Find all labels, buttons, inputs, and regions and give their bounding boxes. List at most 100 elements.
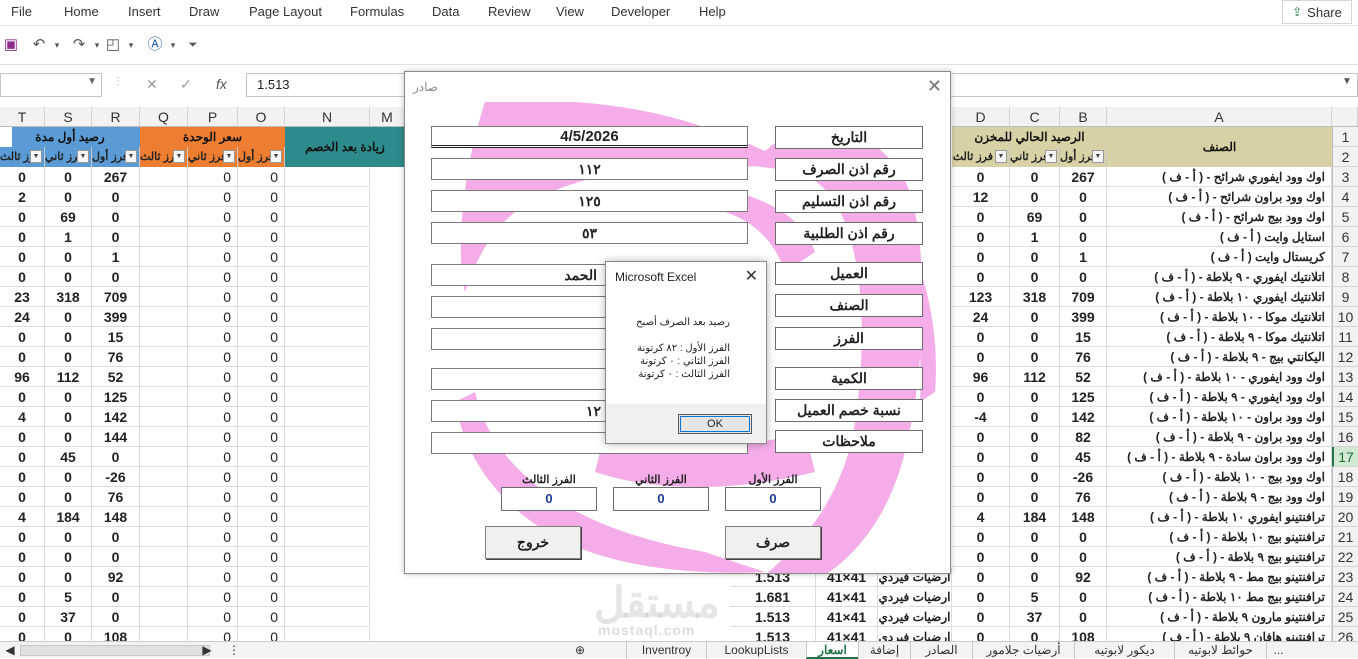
- table-cell[interactable]: 0: [952, 427, 1010, 447]
- row-header[interactable]: 18: [1332, 467, 1358, 487]
- table-cell[interactable]: [285, 367, 370, 387]
- table-cell[interactable]: 1: [92, 247, 140, 267]
- table-cell[interactable]: 92: [1060, 567, 1107, 587]
- table-cell[interactable]: 0: [0, 527, 45, 547]
- table-cell[interactable]: [285, 527, 370, 547]
- table-cell[interactable]: 0: [238, 367, 285, 387]
- type-cell[interactable]: ارضيات فيردي: [878, 627, 952, 641]
- table-cell[interactable]: 1: [45, 227, 92, 247]
- table-cell[interactable]: 0: [188, 327, 238, 347]
- table-cell[interactable]: 0: [952, 387, 1010, 407]
- table-cell[interactable]: 0: [952, 547, 1010, 567]
- table-cell[interactable]: 0: [238, 287, 285, 307]
- table-cell[interactable]: اوك وود براون - ١٠ بلاطة - ( أ - ف ): [1107, 407, 1332, 427]
- table-cell[interactable]: 0: [188, 547, 238, 567]
- table-cell[interactable]: [285, 447, 370, 467]
- table-cell[interactable]: [140, 287, 188, 307]
- table-cell[interactable]: 0: [952, 347, 1010, 367]
- share-button[interactable]: ⇪ Share: [1282, 0, 1352, 24]
- table-cell[interactable]: 0: [238, 267, 285, 287]
- table-cell[interactable]: 0: [238, 307, 285, 327]
- table-cell[interactable]: [285, 347, 370, 367]
- table-cell[interactable]: 0: [238, 407, 285, 427]
- table-cell[interactable]: 0: [188, 447, 238, 467]
- table-cell[interactable]: 184: [1010, 507, 1060, 527]
- table-cell[interactable]: 0: [0, 207, 45, 227]
- table-cell[interactable]: 148: [1060, 507, 1107, 527]
- table-cell[interactable]: 0: [0, 347, 45, 367]
- row-header[interactable]: 4: [1332, 187, 1358, 207]
- table-cell[interactable]: 0: [45, 327, 92, 347]
- table-cell[interactable]: ترافنتينو هافان ٩ بلاطة - ( أ - ف ): [1107, 627, 1332, 641]
- table-cell[interactable]: 0: [1010, 387, 1060, 407]
- table-cell[interactable]: 0: [238, 327, 285, 347]
- table-cell[interactable]: 0: [188, 407, 238, 427]
- filter-header[interactable]: فرز ثالث ▼: [140, 147, 188, 167]
- column-header[interactable]: B: [1060, 107, 1107, 127]
- row-header[interactable]: 7: [1332, 247, 1358, 267]
- table-cell[interactable]: 709: [92, 287, 140, 307]
- price-cell[interactable]: 1.513: [730, 607, 816, 627]
- chevron-down-icon[interactable]: ▾: [164, 36, 182, 54]
- table-cell[interactable]: 0: [0, 227, 45, 247]
- save-icon[interactable]: ▣: [2, 36, 20, 54]
- table-cell[interactable]: [285, 627, 370, 641]
- table-cell[interactable]: [140, 347, 188, 367]
- table-cell[interactable]: 45: [1060, 447, 1107, 467]
- table-cell[interactable]: 0: [1010, 627, 1060, 641]
- table-cell[interactable]: [285, 547, 370, 567]
- sheet-tab[interactable]: إضافة: [858, 642, 910, 659]
- type-cell[interactable]: ارضيات فيردي: [878, 607, 952, 627]
- table-cell[interactable]: 0: [0, 567, 45, 587]
- table-cell[interactable]: [140, 227, 188, 247]
- table-cell[interactable]: 0: [238, 487, 285, 507]
- table-cell[interactable]: 0: [188, 287, 238, 307]
- table-cell[interactable]: ترافنتينو ايفوري ١٠ بلاطة - ( أ - ف ): [1107, 507, 1332, 527]
- table-cell[interactable]: [285, 227, 370, 247]
- table-cell[interactable]: 0: [188, 267, 238, 287]
- table-cell[interactable]: 0: [0, 267, 45, 287]
- filter-header[interactable]: فرز ثاني ▼: [45, 147, 92, 167]
- first-sort-field[interactable]: 0: [725, 487, 821, 511]
- table-cell[interactable]: 0: [1010, 467, 1060, 487]
- table-cell[interactable]: [285, 167, 370, 187]
- insert-function-icon[interactable]: fx: [216, 76, 227, 92]
- filter-header[interactable]: فرز ثالث ▼: [0, 147, 45, 167]
- table-cell[interactable]: 0: [238, 187, 285, 207]
- table-cell[interactable]: 0: [238, 547, 285, 567]
- table-cell[interactable]: [285, 487, 370, 507]
- table-cell[interactable]: 0: [188, 247, 238, 267]
- table-cell[interactable]: 0: [952, 627, 1010, 641]
- table-cell[interactable]: ترافنتينو بيج مط - ٩ بلاطة - ( أ - ف ): [1107, 567, 1332, 587]
- table-cell[interactable]: 0: [0, 247, 45, 267]
- table-cell[interactable]: 0: [45, 487, 92, 507]
- column-header[interactable]: T: [0, 107, 45, 127]
- sheet-tab[interactable]: أرضيات جلامور: [972, 642, 1074, 659]
- tab-developer[interactable]: Developer: [611, 4, 670, 19]
- row-header[interactable]: 3: [1332, 167, 1358, 187]
- filter-header[interactable]: فرز أول ▼: [238, 147, 285, 167]
- table-cell[interactable]: 76: [1060, 487, 1107, 507]
- table-cell[interactable]: 144: [92, 427, 140, 447]
- table-cell[interactable]: 0: [1060, 607, 1107, 627]
- table-cell[interactable]: 12: [952, 187, 1010, 207]
- tab-review[interactable]: Review: [488, 4, 531, 19]
- table-cell[interactable]: 0: [952, 527, 1010, 547]
- table-cell[interactable]: 69: [45, 207, 92, 227]
- table-cell[interactable]: [140, 627, 188, 641]
- table-cell[interactable]: 0: [188, 607, 238, 627]
- table-cell[interactable]: 1: [1060, 247, 1107, 267]
- table-cell[interactable]: 0: [92, 267, 140, 287]
- row-header[interactable]: 21: [1332, 527, 1358, 547]
- table-cell[interactable]: اتلانتيك ايفوري ١٠ بلاطة - ( أ - ف ): [1107, 287, 1332, 307]
- tab-data[interactable]: Data: [432, 4, 459, 19]
- table-cell[interactable]: 0: [45, 247, 92, 267]
- table-cell[interactable]: 112: [1010, 367, 1060, 387]
- table-cell[interactable]: 4: [0, 507, 45, 527]
- tab-help[interactable]: Help: [699, 4, 726, 19]
- column-header[interactable]: M: [370, 107, 405, 127]
- table-cell[interactable]: [140, 527, 188, 547]
- table-cell[interactable]: 0: [188, 227, 238, 247]
- price-cell[interactable]: 1.513: [730, 627, 816, 641]
- table-cell[interactable]: 0: [1060, 187, 1107, 207]
